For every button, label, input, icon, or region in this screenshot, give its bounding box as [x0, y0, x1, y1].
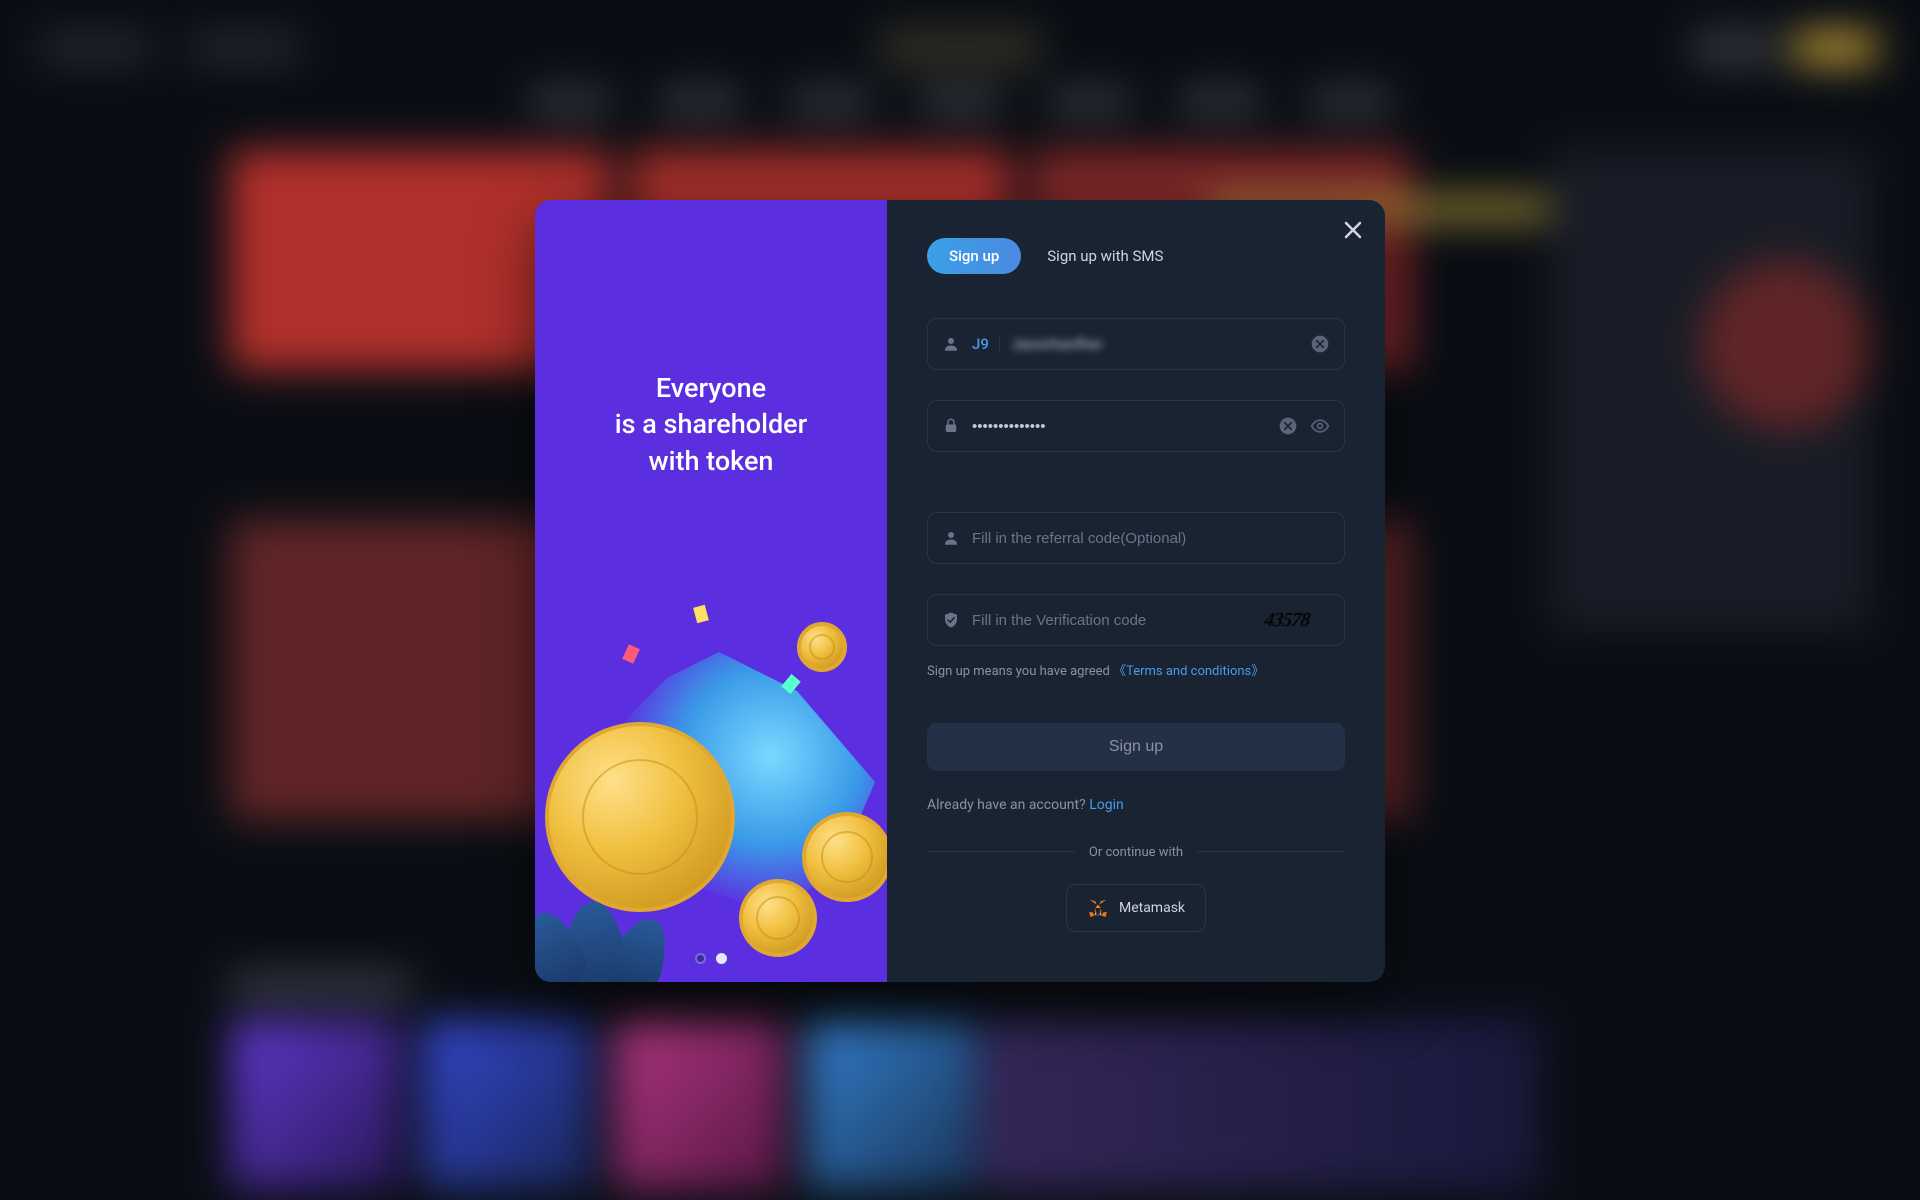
close-icon	[1339, 229, 1367, 248]
referral-field[interactable]	[927, 512, 1345, 564]
username-prefix: J9	[972, 335, 1000, 353]
promo-line-2: is a shareholder	[535, 406, 887, 442]
username-input[interactable]	[1012, 336, 1298, 353]
user-icon	[942, 529, 960, 547]
promo-illustration	[535, 200, 887, 982]
referral-input[interactable]	[972, 530, 1330, 547]
username-field[interactable]: J9	[927, 318, 1345, 370]
clear-password-button[interactable]	[1278, 416, 1298, 436]
clear-icon	[1310, 339, 1330, 358]
password-field[interactable]	[927, 400, 1345, 452]
tab-signup[interactable]: Sign up	[927, 238, 1021, 274]
terms-link[interactable]: 《Terms and conditions》	[1113, 664, 1264, 679]
captcha-image[interactable]: 43578	[1241, 602, 1332, 638]
promo-panel: Everyone is a shareholder with token	[535, 200, 887, 982]
shield-check-icon	[942, 611, 960, 629]
terms-row: Sign up means you have agreed 《Terms and…	[927, 660, 1345, 679]
toggle-password-visibility[interactable]	[1310, 416, 1330, 436]
close-button[interactable]	[1339, 216, 1367, 244]
promo-line-3: with token	[535, 443, 887, 479]
metamask-icon	[1087, 897, 1109, 919]
signup-tabs: Sign up Sign up with SMS	[927, 238, 1345, 274]
clear-icon	[1278, 421, 1298, 440]
verification-input[interactable]	[972, 612, 1232, 629]
carousel-dot-0[interactable]	[695, 953, 706, 964]
metamask-label: Metamask	[1119, 900, 1185, 916]
eye-icon	[1310, 421, 1330, 440]
terms-prefix: Sign up means you have agreed	[927, 664, 1113, 679]
carousel-dot-1[interactable]	[716, 953, 727, 964]
carousel-dots	[695, 953, 727, 964]
continue-label: Or continue with	[1075, 845, 1197, 860]
clear-username-button[interactable]	[1310, 334, 1330, 354]
lock-icon	[942, 417, 960, 435]
signup-submit-button[interactable]: Sign up	[927, 723, 1345, 771]
signup-modal: Everyone is a shareholder with token Sig…	[535, 200, 1385, 982]
tab-signup-sms[interactable]: Sign up with SMS	[1047, 247, 1163, 265]
have-account-row: Already have an account? Login	[927, 797, 1345, 813]
signup-form-panel: Sign up Sign up with SMS J9	[887, 200, 1385, 982]
promo-heading: Everyone is a shareholder with token	[535, 370, 887, 479]
user-icon	[942, 335, 960, 353]
metamask-button[interactable]: Metamask	[1066, 884, 1206, 932]
have-account-prefix: Already have an account?	[927, 797, 1089, 813]
continue-divider: Or continue with	[927, 841, 1345, 860]
promo-line-1: Everyone	[535, 370, 887, 406]
login-link[interactable]: Login	[1089, 797, 1124, 813]
password-input[interactable]	[972, 418, 1266, 435]
verification-field[interactable]: 43578	[927, 594, 1345, 646]
